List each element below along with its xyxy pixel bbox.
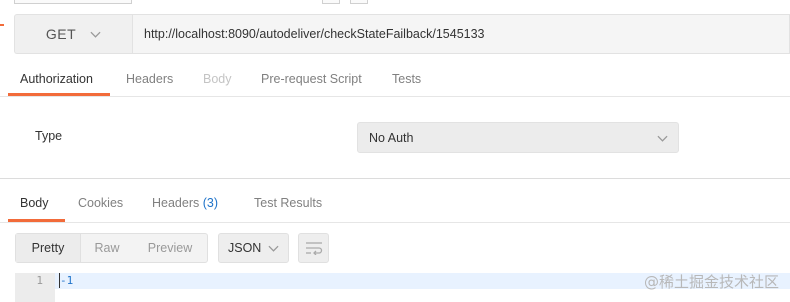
headers-count-badge: (3) (202, 196, 219, 210)
response-tab-cookies[interactable]: Cookies (78, 196, 123, 210)
request-tabs: Authorization Headers Body Pre-request S… (0, 64, 790, 96)
response-tab-body[interactable]: Body (20, 196, 49, 210)
response-tab-headers-label: Headers (152, 196, 200, 210)
preview-button[interactable]: Preview (133, 234, 207, 262)
pretty-button[interactable]: Pretty (16, 234, 81, 262)
raw-button[interactable]: Raw (81, 234, 133, 262)
wrap-lines-button[interactable] (298, 233, 329, 263)
format-select[interactable]: JSON (218, 233, 289, 263)
url-input[interactable]: http://localhost:8090/autodeliver/checkS… (132, 14, 790, 54)
tab-body[interactable]: Body (203, 64, 232, 96)
format-value: JSON (228, 241, 262, 255)
auth-type-label: Type (35, 129, 63, 143)
divider (0, 96, 790, 97)
method-select[interactable]: GET (14, 14, 132, 54)
divider (0, 222, 790, 223)
url-bar: GET http://localhost:8090/autodeliver/ch… (0, 14, 790, 54)
chevron-down-icon (90, 31, 101, 38)
watermark: @稀土掘金技术社区 (643, 273, 779, 291)
method-label: GET (45, 26, 77, 42)
tab-pre-request-script[interactable]: Pre-request Script (261, 64, 362, 96)
chevron-down-icon (657, 135, 668, 142)
wrap-lines-icon (305, 242, 322, 255)
response-tab-test-results[interactable]: Test Results (254, 196, 322, 210)
tab-tests[interactable]: Tests (392, 64, 421, 96)
top-tab-strip (0, 0, 790, 5)
response-tab-headers[interactable]: Headers (3) (152, 196, 218, 210)
top-tab-fragment[interactable] (14, 0, 132, 4)
panel-divider (0, 178, 790, 179)
auth-type-select[interactable]: No Auth (357, 122, 679, 153)
view-mode-group: Pretty Raw Preview (15, 233, 208, 263)
top-tab-fragment[interactable] (350, 0, 368, 4)
top-tab-fragment[interactable] (322, 0, 340, 4)
line-number: 1 (36, 274, 43, 287)
tab-headers[interactable]: Headers (126, 64, 173, 96)
auth-type-value: No Auth (369, 130, 414, 145)
response-body-content[interactable]: -1 (60, 274, 73, 287)
tab-authorization[interactable]: Authorization (20, 64, 93, 96)
chevron-down-icon (268, 245, 279, 252)
